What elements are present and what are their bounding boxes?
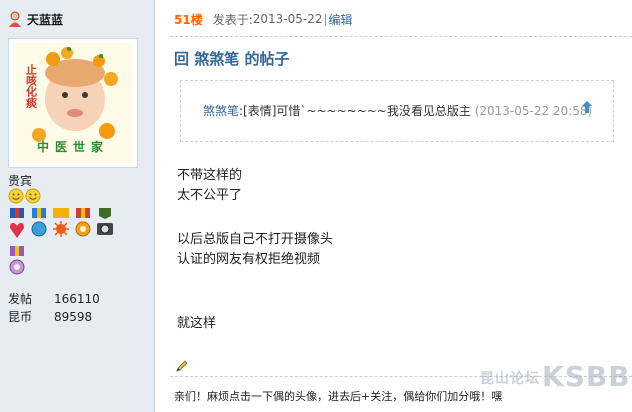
watermark-small: 昆山论坛: [480, 371, 540, 387]
meta-separator: |: [323, 12, 328, 26]
quote-line: 煞煞笔:[表情]可惜`~~~~~~~~我没看见总版主 (2013-05-22 2…: [203, 102, 592, 119]
purple-medal-icon[interactable]: [8, 246, 26, 280]
avatar[interactable]: 止咳化痰 中医世家: [8, 38, 138, 168]
rank-stars: [8, 188, 42, 204]
posted-prefix: 发表于:: [212, 12, 253, 27]
post-body-line: 认证的网友有权拒绝视频: [177, 252, 321, 267]
user-row: 天蓝蓝: [8, 10, 63, 28]
jump-to-quote-icon[interactable]: [581, 101, 595, 115]
smiley-rank-icon: [8, 188, 41, 204]
post-meta: 51楼 发表于: 2013-05-22 | 编辑: [174, 10, 353, 28]
post-body-line: 太不公平了: [177, 188, 243, 203]
pencil-icon: [176, 360, 188, 372]
posted-time: 2013-05-22: [252, 12, 323, 26]
floor-number[interactable]: 51楼: [174, 11, 203, 28]
watermark-big: KSBBS: [542, 360, 632, 393]
quote-time: (2013-05-22 20:58): [474, 104, 593, 118]
stat-posts: 发帖 166110: [8, 292, 100, 306]
medal-row-2: [8, 246, 26, 283]
round-medal-icon[interactable]: [30, 208, 48, 242]
gear-medal-icon[interactable]: [74, 208, 92, 242]
post-title: 回 煞煞笔 的帖子: [174, 50, 290, 68]
svg-text:止咳化痰: 止咳化痰: [25, 63, 38, 109]
quote-box: 煞煞笔:[表情]可惜`~~~~~~~~我没看见总版主 (2013-05-22 2…: [180, 80, 614, 142]
svg-text:中医世家: 中医世家: [37, 139, 109, 154]
post-body-line: 就这样: [177, 316, 217, 331]
user-icon: [9, 11, 21, 27]
stat-coins: 昆币 89598: [8, 310, 93, 324]
camera-medal-icon[interactable]: [96, 208, 114, 242]
sun-medal-icon[interactable]: [52, 208, 70, 242]
signature: 亲们！麻烦点击一下偶的头像，进去后+关注，偶给你们加分哦！嘿: [174, 390, 503, 403]
username-link[interactable]: 天蓝蓝: [27, 11, 63, 28]
user-sidebar: 天蓝蓝 止咳化痰 中医世家 贵宾 发帖 166110 昆币 89598: [0, 0, 155, 412]
quote-author[interactable]: 煞煞笔: [203, 104, 239, 118]
post-body-line: 以后总版自己不打开摄像头: [177, 232, 334, 247]
post-body-line: 不带这样的: [177, 168, 243, 183]
quote-text: :[表情]可惜`~~~~~~~~我没看见总版主: [239, 104, 475, 118]
medal-row: [8, 208, 114, 242]
edit-link[interactable]: 编辑: [329, 11, 353, 28]
site-watermark: 昆山论坛KSBBS: [480, 360, 632, 393]
heart-medal-icon[interactable]: [8, 208, 26, 242]
user-group: 贵宾: [8, 174, 33, 188]
meta-divider: [170, 36, 632, 37]
